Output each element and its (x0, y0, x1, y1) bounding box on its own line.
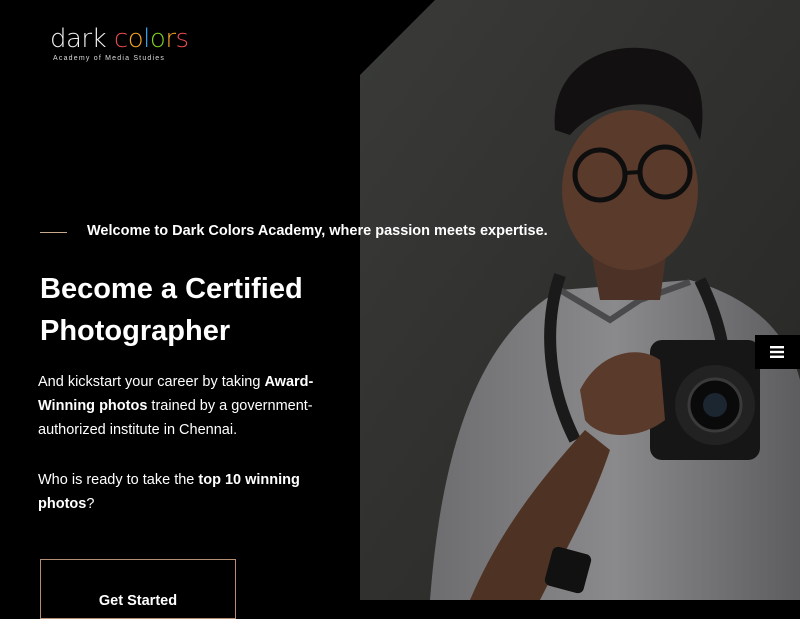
logo-wordmark: dark colors (50, 24, 189, 54)
hero-headline: Become a Certified Photographer (40, 273, 303, 347)
welcome-text: Welcome to Dark Colors Academy, where pa… (87, 223, 548, 239)
menu-button[interactable] (755, 335, 800, 369)
hero-question: Who is ready to take the top 10 winning … (38, 472, 300, 512)
hamburger-icon (770, 346, 784, 358)
welcome-accent-line (40, 232, 67, 233)
logo-tagline: Academy of Media Studies (53, 55, 166, 62)
brand-logo[interactable]: dark colors Academy of Media Studies (50, 24, 189, 72)
hero-description: And kickstart your career by taking Awar… (38, 374, 314, 438)
get-started-button[interactable]: Get Started (40, 559, 236, 619)
